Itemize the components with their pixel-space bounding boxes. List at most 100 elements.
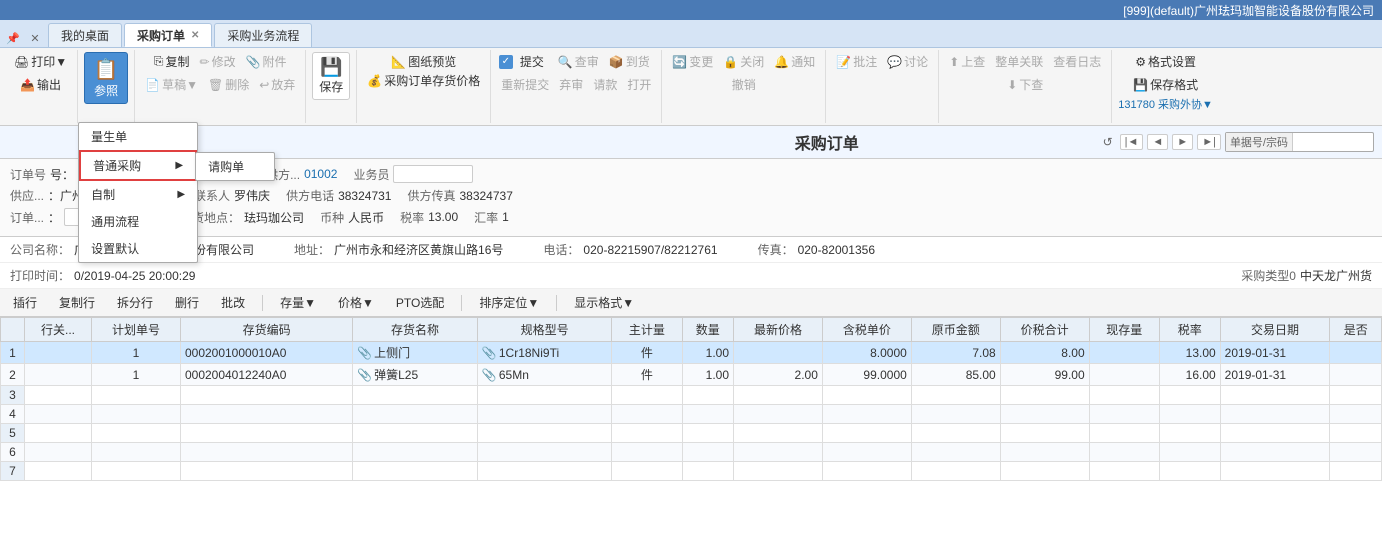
submenu-arrow: ▶: [175, 160, 183, 171]
reference-button[interactable]: 📋 参照: [84, 52, 128, 104]
phone-label: 电话：: [543, 241, 579, 258]
table-row[interactable]: 2 1 0002004012240A0 📎弹簧L25 📎65Mn 件 1.00 …: [1, 364, 1382, 386]
sort-button[interactable]: 排序定位▼: [472, 292, 546, 313]
copy-button[interactable]: ⎘ 复制: [150, 52, 194, 71]
business-input[interactable]: [393, 165, 473, 183]
purchase-request-item[interactable]: 请购单: [196, 153, 274, 180]
modify-button[interactable]: ✏ 修改: [196, 52, 240, 71]
check-log-button[interactable]: 查看日志: [1049, 52, 1105, 71]
whole-link-button[interactable]: 整单关联: [991, 52, 1047, 71]
empty-cell: [612, 424, 682, 443]
discuss-button[interactable]: 💬 讨论: [883, 52, 932, 71]
set-default-item[interactable]: 设置默认: [79, 235, 197, 262]
resubmit-button[interactable]: 重新提交: [497, 75, 553, 94]
main-content: 采购订单 ↺ |◄ ◄ ► ►| 单据号/宗码 订单号 号：: [0, 126, 1382, 544]
empty-cell: [682, 424, 733, 443]
submit-button[interactable]: 提交: [516, 52, 548, 71]
format-code[interactable]: 131780 采购外协▼: [1118, 96, 1213, 112]
price-button[interactable]: 价格▼: [331, 292, 381, 313]
empty-cell: [682, 405, 733, 424]
abandon-review-button[interactable]: 弃审: [555, 75, 587, 94]
attachment-button[interactable]: 📎 附件: [242, 52, 291, 71]
qty: 1.00: [682, 364, 733, 386]
cancel-button[interactable]: 撤销: [728, 75, 760, 94]
blueprint-button[interactable]: 📐 图纸预览: [387, 52, 460, 71]
pto-button[interactable]: PTO选配: [389, 292, 451, 313]
fax-field: 传真： 020-82001356: [758, 241, 875, 258]
save-button[interactable]: 💾 保存: [312, 52, 350, 100]
first-page-btn[interactable]: |◄: [1120, 134, 1144, 150]
notify-button[interactable]: 🔔 通知: [770, 52, 819, 71]
th-spec: 规格型号: [477, 318, 611, 342]
tab-purchase-order[interactable]: 采购订单 ✕: [124, 23, 212, 47]
bulk-create-item[interactable]: 量生单: [79, 123, 197, 150]
supplier-code-value[interactable]: 01002: [304, 167, 337, 181]
prev-record-btn[interactable]: ◄: [1147, 134, 1168, 150]
delete-button[interactable]: 🗑 删除: [204, 75, 253, 94]
qty: 1.00: [682, 342, 733, 364]
empty-cell: [92, 424, 181, 443]
draft-button[interactable]: 📄 草稿▼: [141, 75, 202, 94]
exchange-rate-value: 1: [502, 210, 509, 224]
business-label: 业务员: [353, 166, 389, 183]
tab-purchase-order-close[interactable]: ✕: [191, 30, 199, 41]
refresh-icon[interactable]: ↺: [1100, 134, 1116, 150]
next-button[interactable]: ⬇ 下查: [1003, 75, 1047, 94]
delete-row-button[interactable]: 删行: [168, 292, 206, 313]
submit-group: ✓ 提交 🔍 查审 📦 到货 重新提交 弃审 请款: [491, 50, 662, 123]
export-button[interactable]: 📤 输出: [16, 75, 65, 94]
empty-cell: [92, 462, 181, 481]
row-num: 3: [1, 386, 25, 405]
common-flow-item[interactable]: 通用流程: [79, 208, 197, 235]
empty-cell: [682, 443, 733, 462]
tab-purchase-flow[interactable]: 采购业务流程: [214, 23, 312, 47]
table-row[interactable]: 1 1 0002001000010A0 📎上侧门 📎1Cr18Ni9Ti 件 1…: [1, 342, 1382, 364]
th-tax-total: 价税合计: [1000, 318, 1089, 342]
print-button[interactable]: 🖨 打印▼: [10, 52, 71, 71]
review-button[interactable]: 🔍 查审: [554, 52, 603, 71]
prev-button[interactable]: ⬆ 上查: [945, 52, 989, 71]
change-button[interactable]: 🔄 变更: [668, 52, 717, 71]
close-button[interactable]: ✕: [26, 29, 44, 47]
discuss-icon: 💬: [887, 55, 902, 69]
save-format-button[interactable]: 💾 保存格式: [1129, 75, 1202, 94]
approve-button[interactable]: 批改: [214, 292, 252, 313]
store-price-button[interactable]: 💰 采购订单存货价格: [363, 71, 484, 90]
self-made-item[interactable]: 自制 ▶: [79, 181, 197, 208]
purchase-type2-value: 中天龙广州货: [1300, 267, 1372, 284]
tab-desktop[interactable]: 我的桌面: [48, 23, 122, 47]
row-num: 6: [1, 443, 25, 462]
trade-date: 2019-01-31: [1220, 364, 1330, 386]
abandon-button[interactable]: ↩ 放弃: [255, 75, 299, 94]
attachment-icon: 📎: [246, 55, 261, 69]
split-row-button[interactable]: 拆分行: [110, 292, 160, 313]
close-btn[interactable]: 🔒 关闭: [719, 52, 768, 71]
empty-cell: [25, 443, 92, 462]
format-setting-button[interactable]: ⚙ 格式设置: [1131, 52, 1200, 71]
last-page-btn[interactable]: ►|: [1197, 134, 1221, 150]
tab-desktop-label: 我的桌面: [61, 27, 109, 44]
save-group: 💾 保存: [306, 50, 357, 123]
pin-button[interactable]: 📌: [4, 29, 22, 47]
change-group: 🔄 变更 🔒 关闭 🔔 通知 撤销: [662, 50, 826, 123]
search-input[interactable]: [1293, 135, 1373, 149]
form-row-3: 订单... ： 交货地点： 珐玛珈公司 币种 人民币 税率 13.00 汇: [10, 208, 1372, 226]
insert-row-button[interactable]: 插行: [6, 292, 44, 313]
display-button[interactable]: 显示格式▼: [567, 292, 641, 313]
request-payment-button[interactable]: 请款: [589, 75, 621, 94]
print-label: 打印▼: [31, 53, 67, 70]
open-button[interactable]: 打开: [623, 75, 655, 94]
prev-icon: ⬆: [949, 55, 959, 69]
empty-cell: [1000, 405, 1089, 424]
table-body: 1 1 0002001000010A0 📎上侧门 📎1Cr18Ni9Ti 件 1…: [1, 342, 1382, 481]
empty-cell: [1089, 443, 1159, 462]
annotate-button[interactable]: 📝 批注: [832, 52, 881, 71]
next-record-btn[interactable]: ►: [1172, 134, 1193, 150]
arrive-button[interactable]: 📦 到货: [605, 52, 654, 71]
empty-cell: [477, 424, 611, 443]
stock-button[interactable]: 存量▼: [273, 292, 323, 313]
empty-cell: [92, 405, 181, 424]
copy-row-button[interactable]: 复制行: [52, 292, 102, 313]
normal-purchase-item[interactable]: 普通采购 ▶ 请购单: [79, 150, 197, 181]
empty-cell: [1000, 443, 1089, 462]
